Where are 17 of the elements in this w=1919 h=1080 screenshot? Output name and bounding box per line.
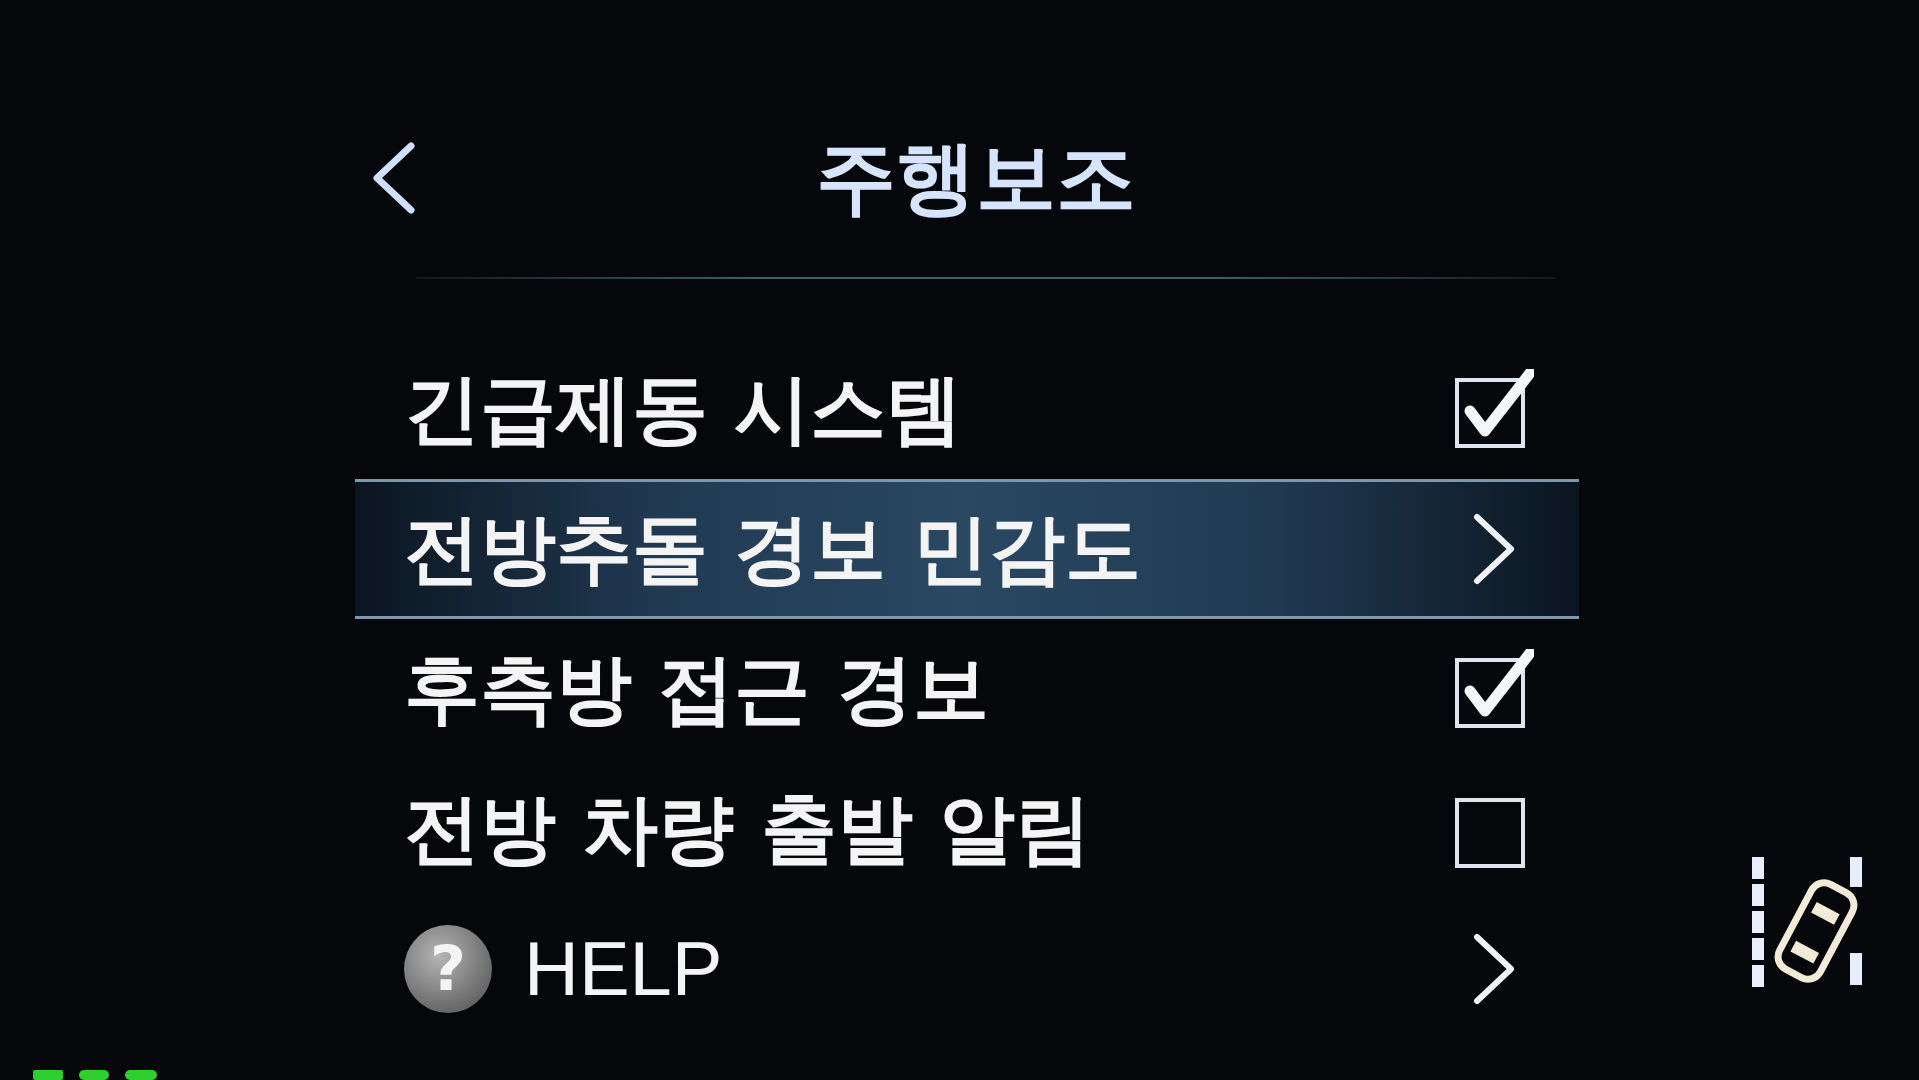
menu-item-label: 긴급제동 시스템 — [404, 371, 963, 447]
menu-item[interactable]: 전방 차량 출발 알림 — [355, 759, 1579, 899]
chevron-right-icon — [1471, 513, 1517, 585]
menu-item-label: HELP — [524, 931, 723, 1007]
help-icon: ? — [404, 925, 492, 1013]
menu-item[interactable]: 긴급제동 시스템 — [355, 339, 1579, 479]
screen-title: 주행보조 — [816, 138, 1136, 218]
back-icon[interactable] — [371, 142, 417, 214]
menu-item[interactable]: 전방추돌 경보 민감도 — [355, 479, 1579, 619]
checkbox[interactable] — [1454, 649, 1534, 729]
menu-item-label: 후측방 접근 경보 — [404, 651, 989, 727]
chevron-right-icon — [1471, 933, 1517, 1005]
menu-item[interactable]: ? HELP — [355, 899, 1579, 1039]
menu-item-label: 전방추돌 경보 민감도 — [404, 511, 1141, 587]
menu-item-label: 전방 차량 출발 알림 — [404, 791, 1092, 867]
checkbox[interactable] — [1454, 369, 1534, 449]
menu-item[interactable]: 후측방 접근 경보 — [355, 619, 1579, 759]
